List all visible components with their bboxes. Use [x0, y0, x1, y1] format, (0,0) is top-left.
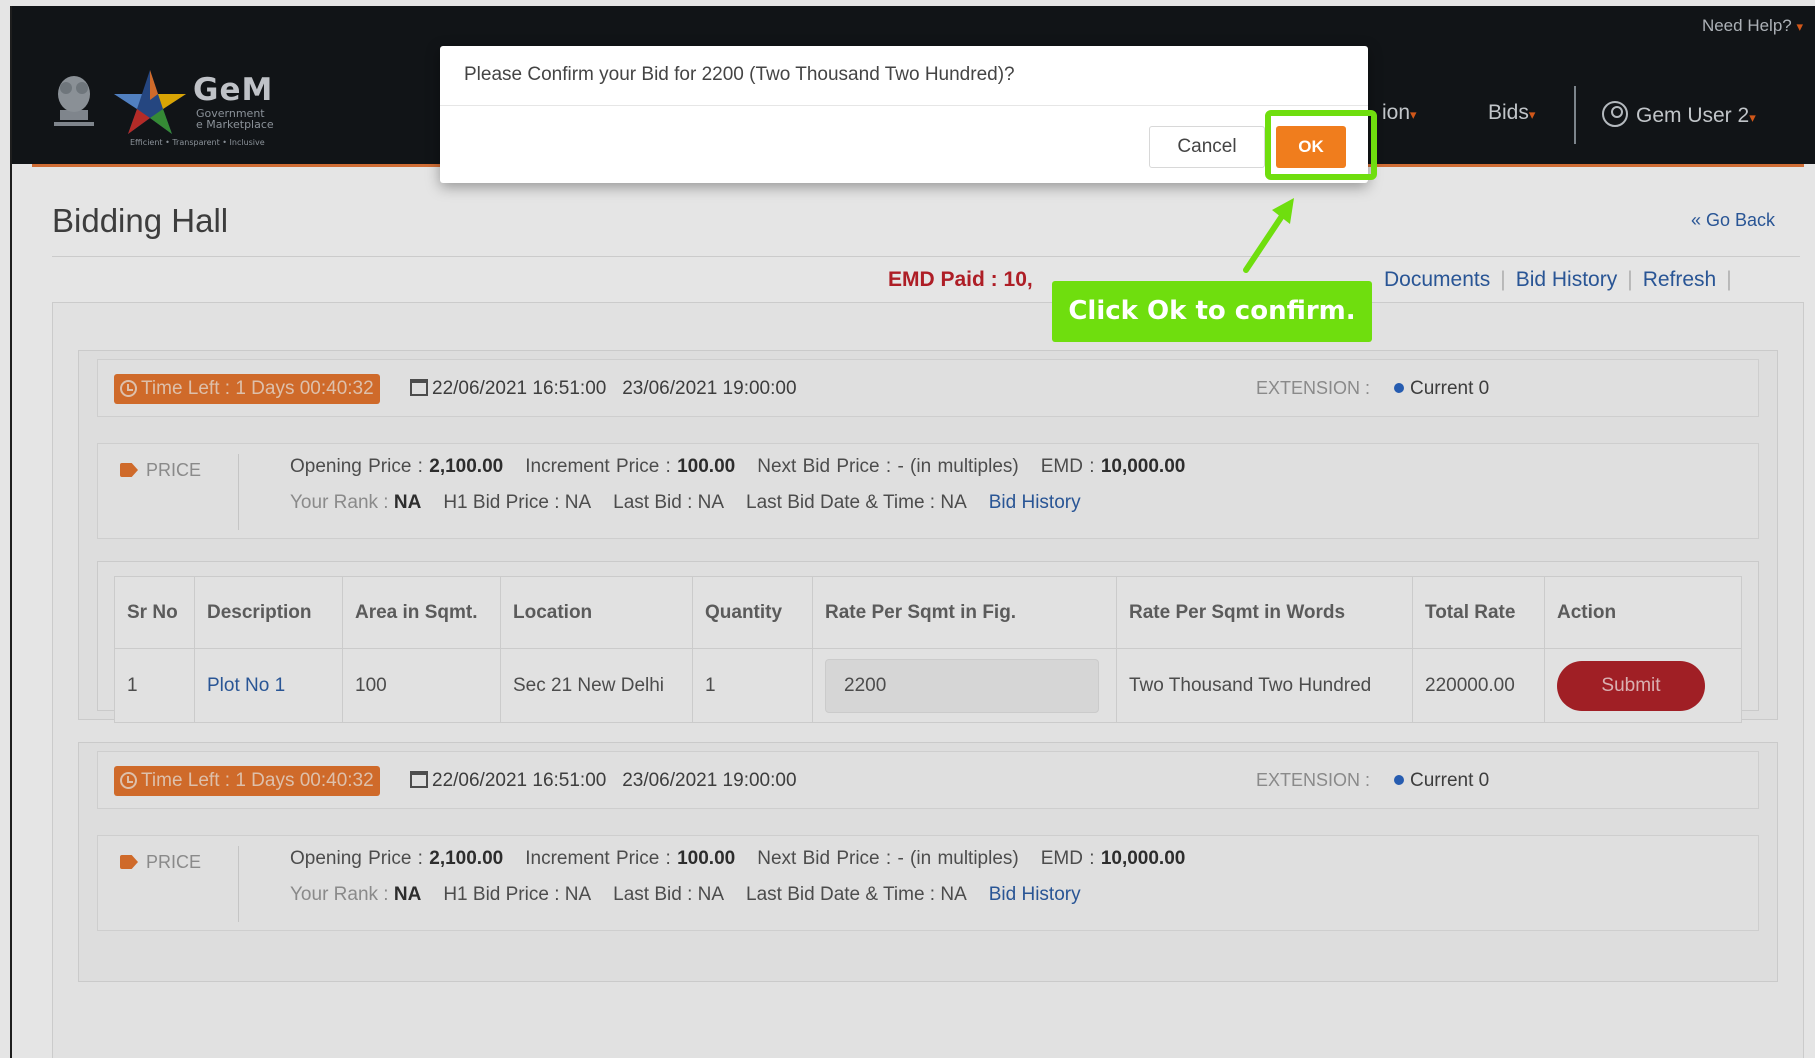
dialog-divider [440, 105, 1368, 106]
pointer-arrow-icon [1243, 198, 1294, 273]
cancel-button[interactable]: Cancel [1149, 126, 1265, 168]
ok-highlight-box [1265, 110, 1377, 180]
confirm-message: Please Confirm your Bid for 2200 (Two Th… [464, 64, 1015, 85]
instruction-callout: Click Ok to confirm. [1052, 281, 1372, 342]
confirm-bid-dialog: Please Confirm your Bid for 2200 (Two Th… [440, 46, 1368, 183]
